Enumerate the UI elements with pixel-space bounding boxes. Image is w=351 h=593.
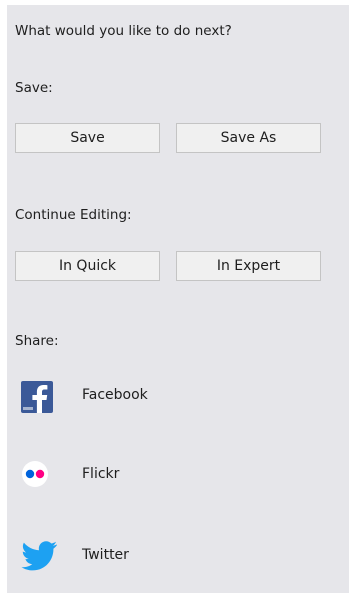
save-heading: Save: <box>15 80 53 96</box>
twitter-icon <box>21 541 58 571</box>
share-twitter-label: Twitter <box>82 547 129 563</box>
in-quick-button[interactable]: In Quick <box>15 251 160 281</box>
continue-editing-heading: Continue Editing: <box>15 207 132 223</box>
facebook-icon <box>21 381 53 413</box>
in-expert-button[interactable]: In Expert <box>176 251 321 281</box>
share-flickr-label: Flickr <box>82 466 120 482</box>
save-as-button[interactable]: Save As <box>176 123 321 153</box>
prompt-text: What would you like to do next? <box>15 23 232 39</box>
share-facebook[interactable]: Facebook <box>19 375 319 415</box>
flickr-icon <box>22 461 48 487</box>
save-button[interactable]: Save <box>15 123 160 153</box>
next-steps-panel: What would you like to do next? Save: Sa… <box>7 5 349 593</box>
share-twitter[interactable]: Twitter <box>19 535 319 575</box>
share-facebook-label: Facebook <box>82 387 148 403</box>
share-flickr[interactable]: Flickr <box>19 454 319 494</box>
share-heading: Share: <box>15 333 59 349</box>
